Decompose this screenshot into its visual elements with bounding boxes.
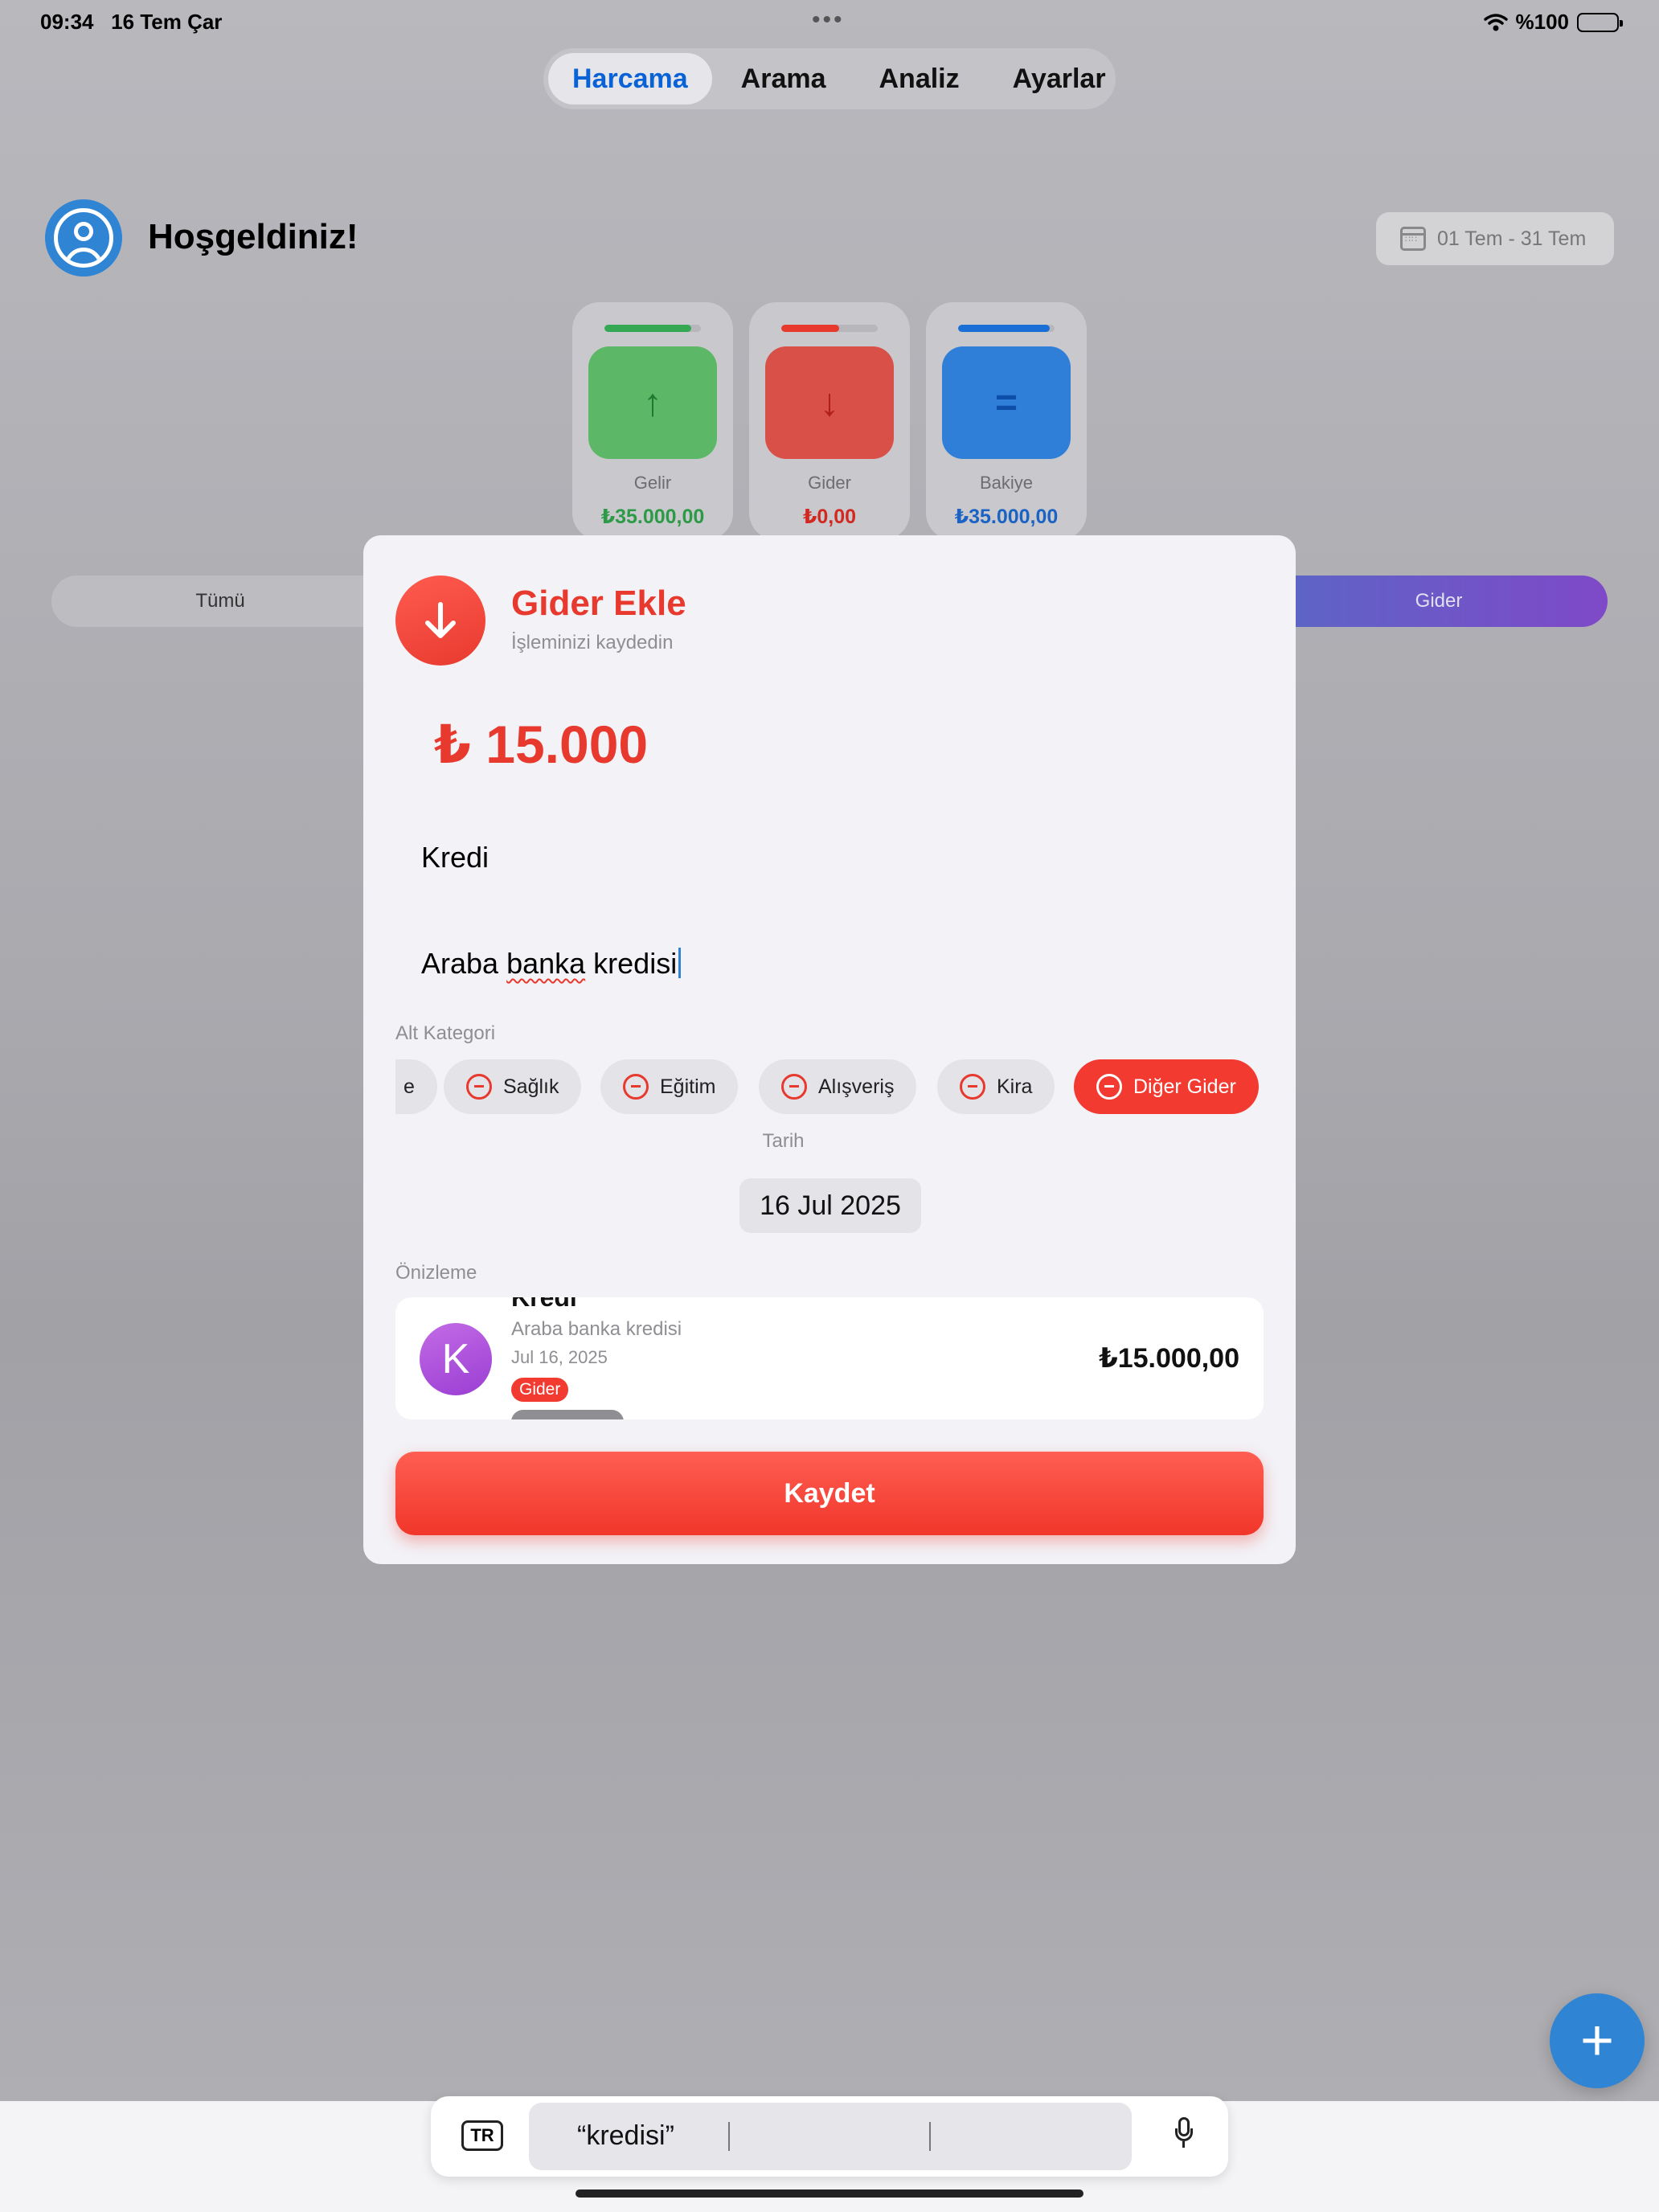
preview-badge: Gider: [511, 1378, 569, 1402]
arrow-up-icon: ↑: [588, 346, 717, 459]
balance-progress: [958, 325, 1055, 332]
arrow-down-icon: ↓: [765, 346, 894, 459]
description-field[interactable]: Araba banka kredisi: [421, 947, 682, 981]
minus-circle-icon: [623, 1074, 649, 1100]
status-right: %100: [1483, 10, 1623, 35]
minus-circle-icon: [781, 1074, 807, 1100]
battery-icon: [1577, 12, 1623, 32]
income-amount: ₺35.000,00: [600, 506, 705, 528]
text-cursor: [678, 948, 682, 978]
filter-all[interactable]: Tümü: [51, 576, 389, 627]
chip-hidden[interactable]: e: [395, 1059, 437, 1114]
description-text: Araba banka kredisi: [421, 947, 678, 980]
preview-label: Önizleme: [395, 1262, 477, 1284]
preview-title: Kredi: [511, 1297, 577, 1312]
add-expense-sheet: Gider Ekle İşleminizi kaydedin ₺ 15.000 …: [363, 535, 1296, 1564]
expense-card[interactable]: ↓ Gider ₺0,00: [749, 302, 910, 540]
transaction-preview: K Kredi Araba banka kredisi Jul 16, 2025…: [395, 1297, 1264, 1419]
suggestion-divider: [929, 2122, 931, 2151]
equals-icon: =: [942, 346, 1071, 459]
plus-icon: +: [1579, 2009, 1615, 2073]
keyboard-suggestion-bar: TR “kredisi”: [431, 2096, 1228, 2177]
income-label: Gelir: [633, 473, 672, 493]
sheet-title: Gider Ekle: [511, 584, 686, 623]
minus-circle-icon: [1096, 1074, 1122, 1100]
date-range-label: 01 Tem - 31 Tem: [1437, 227, 1587, 250]
wifi-icon: [1483, 13, 1508, 31]
suggestion-word[interactable]: “kredisi”: [577, 2120, 674, 2152]
chip-diger-gider[interactable]: Diğer Gider: [1074, 1059, 1259, 1114]
battery-percent: %100: [1515, 10, 1570, 34]
preview-amount: ₺15.000,00: [1099, 1343, 1239, 1374]
tab-analiz[interactable]: Analiz: [855, 53, 984, 104]
sheet-subtitle: İşleminizi kaydedin: [511, 632, 674, 653]
add-fab-button[interactable]: +: [1550, 1993, 1645, 2088]
status-time: 09:34 16 Tem Çar: [40, 10, 223, 34]
suggestion-divider: [728, 2122, 730, 2151]
chip-kira[interactable]: Kira: [937, 1059, 1055, 1114]
date-label: Tarih: [762, 1130, 805, 1152]
calendar-icon: [1400, 227, 1426, 251]
filter-expense[interactable]: Gider: [1270, 576, 1608, 627]
date-picker[interactable]: 16 Jul 2025: [739, 1178, 921, 1233]
chip-egitim[interactable]: Eğitim: [600, 1059, 739, 1114]
income-progress: [604, 325, 701, 332]
preview-avatar: K: [420, 1323, 492, 1395]
tab-arama[interactable]: Arama: [717, 53, 850, 104]
tab-ayarlar[interactable]: Ayarlar: [989, 53, 1130, 104]
multitasking-dots-icon[interactable]: •••: [812, 6, 845, 34]
tab-harcama[interactable]: Harcama: [548, 53, 712, 104]
suggestion-strip: “kredisi”: [529, 2103, 1132, 2170]
status-bar: 09:34 16 Tem Çar ••• %100: [0, 6, 1659, 39]
microphone-icon[interactable]: [1175, 2117, 1193, 2148]
preview-date: Jul 16, 2025: [511, 1347, 608, 1367]
minus-circle-icon: [466, 1074, 492, 1100]
expense-amount: ₺0,00: [802, 506, 857, 528]
preview-description: Araba banka kredisi: [511, 1318, 682, 1340]
welcome-title: Hoşgeldiniz!: [148, 217, 358, 256]
save-button[interactable]: Kaydet: [395, 1452, 1264, 1535]
title-field[interactable]: Kredi: [421, 841, 489, 875]
subcategory-label: Alt Kategori: [395, 1022, 496, 1044]
balance-card[interactable]: = Bakiye ₺35.000,00: [926, 302, 1087, 540]
chip-saglik[interactable]: Sağlık: [444, 1059, 582, 1114]
subcategory-chips: e Sağlık Eğitim Alışveriş Kira Diğer Gid…: [395, 1059, 1264, 1116]
balance-amount: ₺35.000,00: [954, 506, 1059, 528]
minus-circle-icon: [960, 1074, 985, 1100]
amount-input[interactable]: ₺ 15.000: [434, 714, 648, 776]
date-range-button[interactable]: 01 Tem - 31 Tem: [1376, 212, 1614, 265]
chip-alisveris[interactable]: Alışveriş: [759, 1059, 917, 1114]
tab-bar: Harcama Arama Analiz Ayarlar: [543, 48, 1116, 109]
income-card[interactable]: ↑ Gelir ₺35.000,00: [572, 302, 733, 540]
home-indicator: [576, 2189, 1083, 2198]
person-icon: [54, 208, 113, 268]
language-key[interactable]: TR: [461, 2120, 503, 2151]
expense-label: Gider: [808, 473, 851, 493]
profile-avatar[interactable]: [45, 199, 122, 276]
expense-progress: [781, 325, 878, 332]
preview-category-badge: [511, 1410, 624, 1419]
arrow-down-circle-icon: [395, 576, 485, 666]
balance-label: Bakiye: [979, 473, 1034, 493]
